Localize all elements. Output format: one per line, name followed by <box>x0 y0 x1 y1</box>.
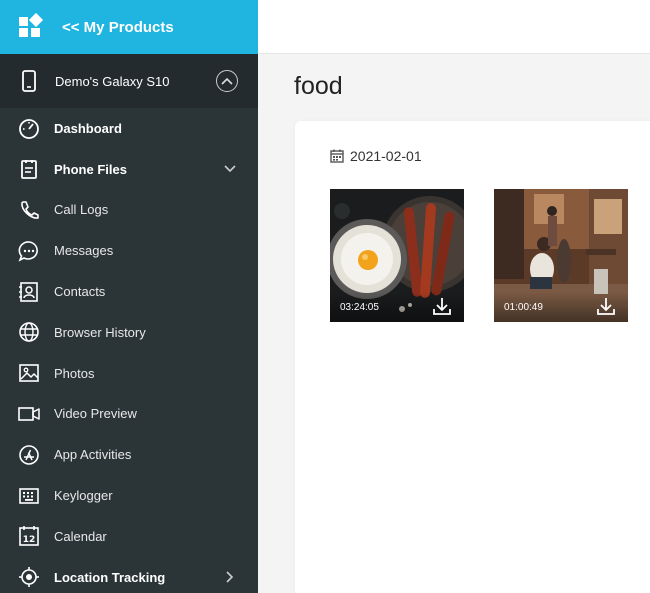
phone-handset-icon <box>18 199 40 221</box>
sidebar-item-call-logs[interactable]: Call Logs <box>0 190 258 231</box>
keyboard-icon <box>18 485 40 507</box>
app-store-icon <box>18 444 40 466</box>
sidebar-item-browser-history[interactable]: Browser History <box>0 312 258 353</box>
sidebar-item-calendar[interactable]: 12 Calendar <box>0 516 258 557</box>
sidebar-item-keylogger[interactable]: Keylogger <box>0 475 258 516</box>
calendar-12-icon: 12 <box>18 525 40 547</box>
chevron-up-icon <box>221 77 233 85</box>
sidebar-item-video-preview[interactable]: Video Preview <box>0 394 258 435</box>
chat-bubble-icon <box>18 240 40 262</box>
page-title: food <box>294 72 343 100</box>
location-target-icon <box>18 566 40 588</box>
sidebar-item-location-tracking[interactable]: Location Tracking <box>0 557 258 593</box>
sidebar-item-label: Photos <box>54 365 95 381</box>
sidebar-item-contacts[interactable]: Contacts <box>0 271 258 312</box>
download-icon[interactable] <box>596 296 616 316</box>
video-duration: 01:00:49 <box>504 302 543 313</box>
sidebar-item-app-activities[interactable]: App Activities <box>0 434 258 475</box>
sidebar-item-label: Contacts <box>54 284 106 300</box>
device-name: Demo's Galaxy S10 <box>55 73 170 89</box>
chevron-down-icon <box>224 163 236 175</box>
video-camera-icon <box>18 403 40 425</box>
calendar-icon <box>330 149 344 163</box>
chevron-right-icon <box>224 571 236 583</box>
sidebar-item-label: Messages <box>54 243 114 259</box>
collapse-device-button[interactable] <box>216 70 238 92</box>
contact-card-icon <box>18 281 40 303</box>
image-icon <box>18 362 40 384</box>
download-icon[interactable] <box>432 296 452 316</box>
sidebar-item-label: Dashboard <box>54 120 122 136</box>
sidebar: << My Products Demo's Galaxy S10 Dashboa… <box>0 0 258 593</box>
speedometer-icon <box>18 117 40 140</box>
sidebar-item-label: Calendar <box>54 528 107 544</box>
my-products-label: << My Products <box>62 18 174 36</box>
video-thumbnail[interactable]: 01:00:49 <box>494 189 628 322</box>
video-duration: 03:24:05 <box>340 302 379 313</box>
sidebar-item-label: Call Logs <box>54 202 109 218</box>
top-bar <box>258 0 650 54</box>
sidebar-nav: Dashboard Phone Files Call Logs Messages <box>0 108 258 593</box>
sidebar-item-phone-files[interactable]: Phone Files <box>0 149 258 190</box>
video-card: 2021-02-01 03:24:05 01:00:49 <box>295 121 650 593</box>
date-group-header: 2021-02-01 <box>330 148 422 164</box>
sidebar-item-messages[interactable]: Messages <box>0 230 258 271</box>
my-products-link[interactable]: << My Products <box>0 0 258 54</box>
device-selector[interactable]: Demo's Galaxy S10 <box>0 54 258 108</box>
sidebar-item-label: Video Preview <box>54 406 137 422</box>
date-label: 2021-02-01 <box>350 148 422 164</box>
sidebar-item-dashboard[interactable]: Dashboard <box>0 108 258 149</box>
sidebar-item-photos[interactable]: Photos <box>0 353 258 394</box>
sidebar-item-label: Keylogger <box>54 488 113 504</box>
video-thumbnail[interactable]: 03:24:05 <box>330 189 464 322</box>
sidebar-item-label: Browser History <box>54 324 146 340</box>
sidebar-item-label: Location Tracking <box>54 569 166 585</box>
app-grid-icon <box>19 12 44 39</box>
sidebar-item-label: Phone Files <box>54 161 127 177</box>
globe-icon <box>18 321 40 343</box>
phone-icon <box>22 70 36 92</box>
sidebar-item-label: App Activities <box>54 447 132 463</box>
clipboard-icon <box>18 158 40 180</box>
svg-text:12: 12 <box>23 535 36 545</box>
